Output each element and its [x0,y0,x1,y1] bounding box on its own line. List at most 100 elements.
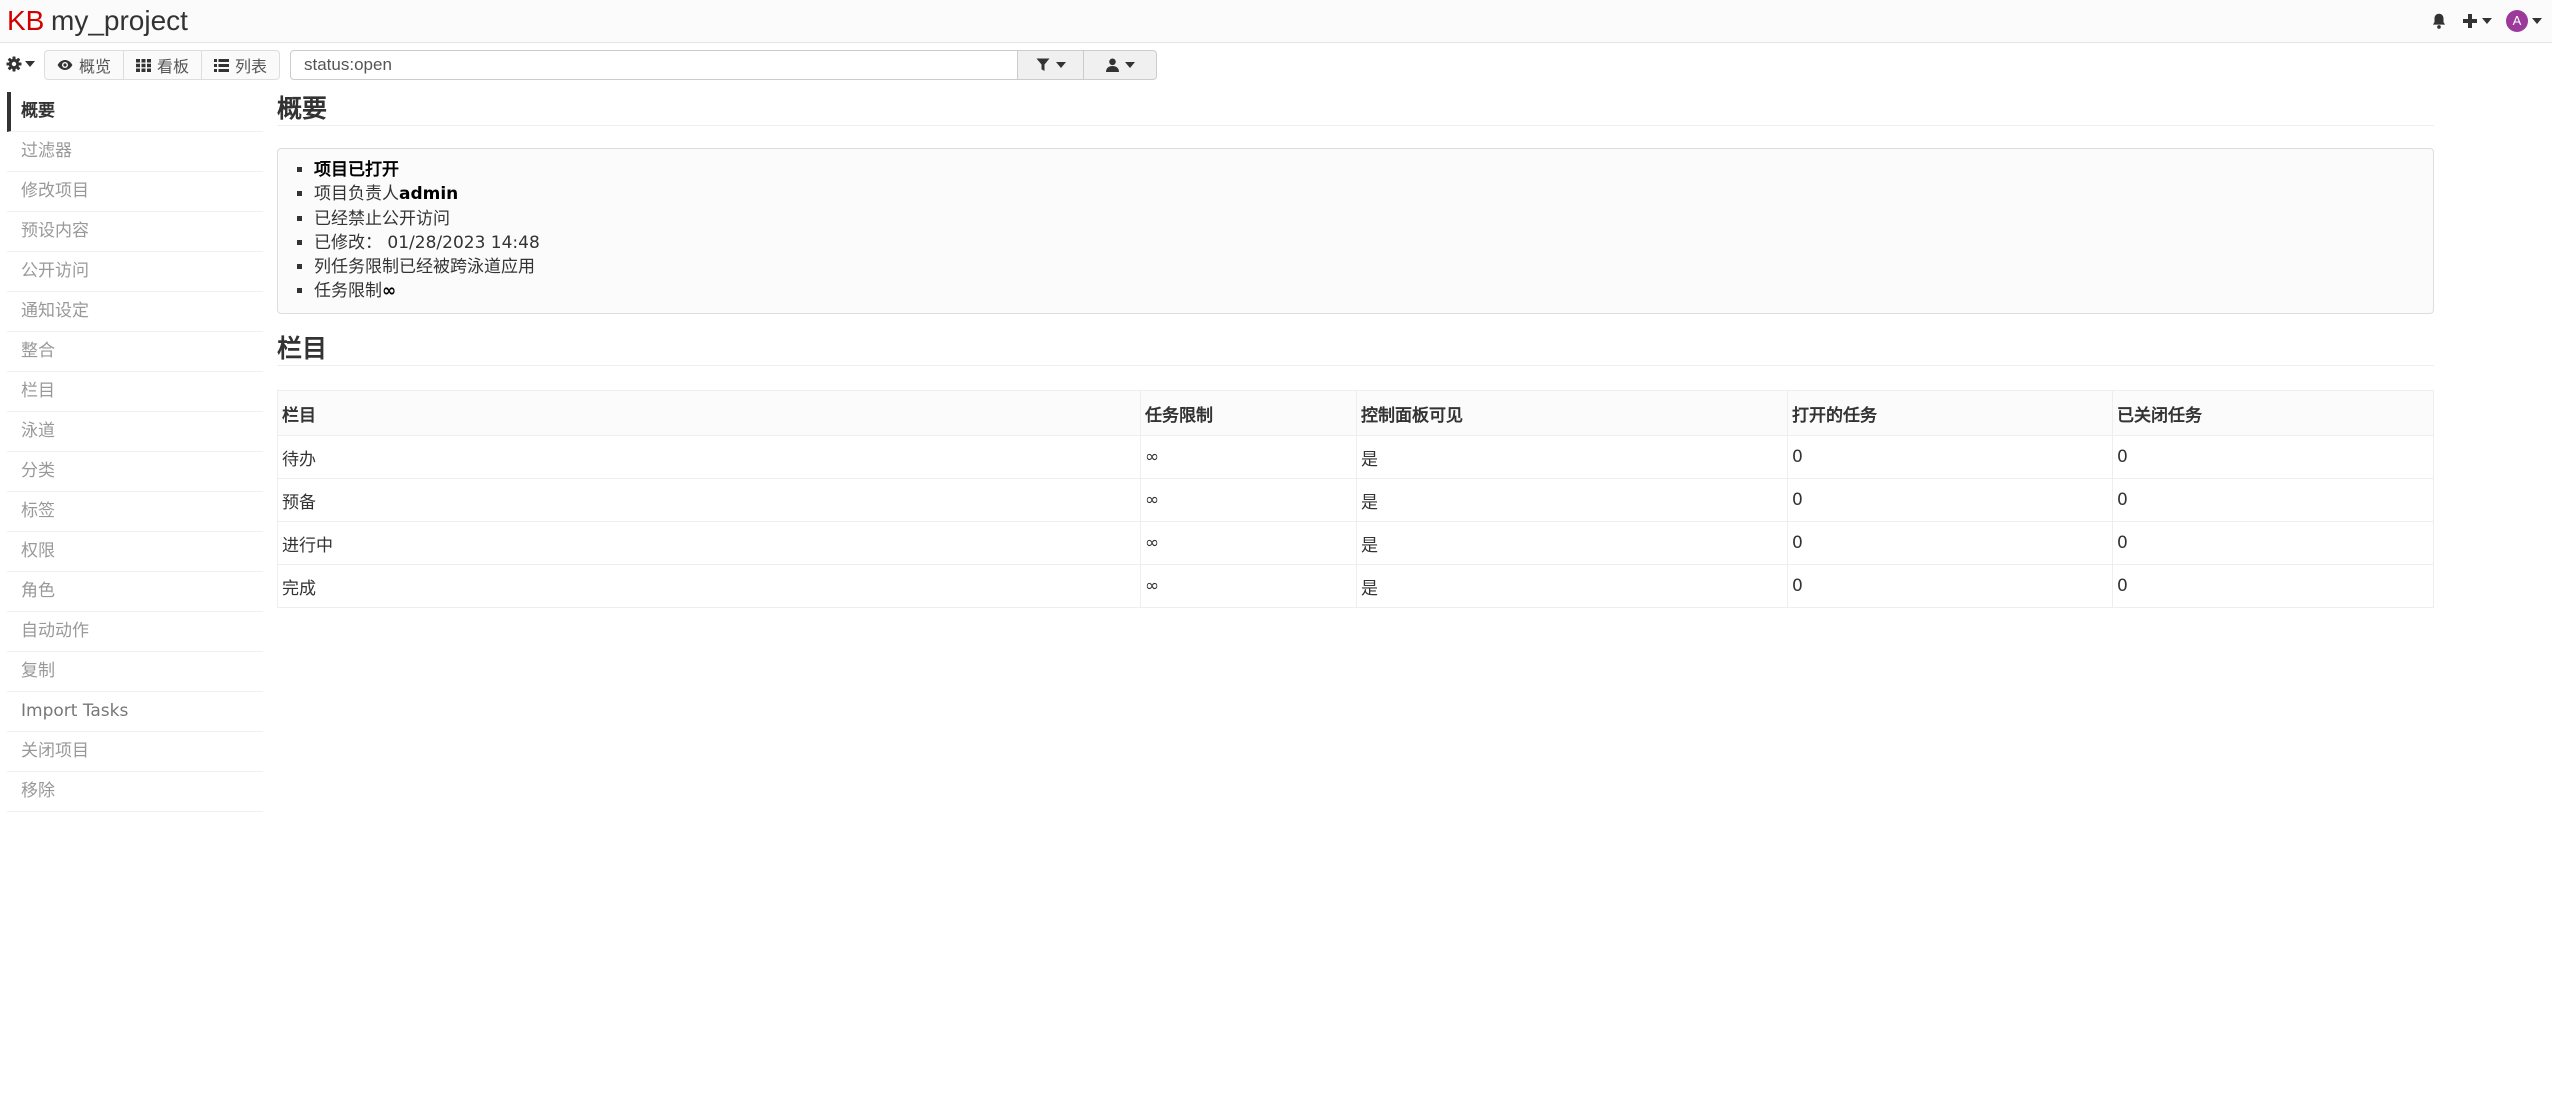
plus-icon [2463,14,2477,28]
sidebar-item-tags[interactable]: 标签 [7,492,263,532]
columns-table: 栏目 任务限制 控制面板可见 打开的任务 已关闭任务 待办 ∞ 是 0 0 预备… [277,390,2434,608]
summary-panel: 项目已打开 项目负责人admin 已经禁止公开访问 已修改： 01/28/202… [277,148,2434,314]
chevron-down-icon [2532,18,2542,24]
sidebar-item-roles[interactable]: 角色 [7,572,263,612]
modified-label: 已修改： [314,232,382,253]
view-switcher: 概览 看板 列表 [44,50,281,80]
board-view-button[interactable]: 看板 [124,51,203,79]
overview-view-button[interactable]: 概览 [45,51,125,79]
table-cell: ∞ [1140,564,1357,608]
main-content: 概要 项目已打开 项目负责人admin 已经禁止公开访问 已修改： 01/28/… [277,92,2434,608]
table-row: 预备 ∞ 是 0 0 [277,478,2434,522]
column-limit-note: 列任务限制已经被跨泳道应用 [314,257,535,278]
table-cell: 0 [1787,521,2113,565]
table-header-row: 栏目 任务限制 控制面板可见 打开的任务 已关闭任务 [277,390,2434,436]
task-limit-label: 任务限制 [314,281,382,302]
column-header: 控制面板可见 [1356,390,1788,436]
chevron-down-icon [1055,62,1066,68]
list-view-button[interactable]: 列表 [202,51,279,79]
app-logo[interactable]: KB [7,4,44,38]
column-header: 栏目 [277,390,1141,436]
list-icon [214,58,230,72]
filter-icon [1036,58,1049,71]
list-item: 已修改： 01/28/2023 14:48 [314,231,2433,255]
owner-label: 项目负责人 [314,184,399,205]
chevron-down-icon [1124,62,1135,68]
public-access-status: 已经禁止公开访问 [314,208,450,229]
list-item: 项目已打开 [314,158,2433,182]
column-header: 任务限制 [1140,390,1357,436]
table-cell: 是 [1356,478,1788,522]
sidebar-item-swimlanes[interactable]: 泳道 [7,412,263,452]
table-cell: 完成 [277,564,1141,608]
table-cell: 进行中 [277,521,1141,565]
search-bar [290,50,1157,80]
owner-value: admin [399,184,459,205]
view-label: 概览 [79,57,112,76]
columns-heading: 栏目 [277,332,2434,366]
sidebar-item-public-access[interactable]: 公开访问 [7,252,263,292]
sidebar-item-columns[interactable]: 栏目 [7,372,263,412]
table-cell: 0 [1787,478,2113,522]
list-item: 列任务限制已经被跨泳道应用 [314,255,2433,279]
page-title[interactable]: my_project [51,4,188,38]
chevron-down-icon [2482,18,2492,24]
user-menu-button[interactable]: A [2506,10,2542,32]
table-cell: 预备 [277,478,1141,522]
gear-icon [6,56,22,72]
table-cell: 0 [1787,435,2113,479]
table-row: 待办 ∞ 是 0 0 [277,435,2434,479]
sidebar-item-remove[interactable]: 移除 [7,772,263,812]
project-actions-button[interactable] [6,52,40,76]
table-cell: ∞ [1140,435,1357,479]
notifications-button[interactable] [2430,12,2448,30]
column-header: 打开的任务 [1787,390,2113,436]
table-row: 进行中 ∞ 是 0 0 [277,521,2434,565]
list-item: 项目负责人admin [314,182,2433,206]
table-cell: 0 [2112,521,2434,565]
sidebar-item-notifications[interactable]: 通知设定 [7,292,263,332]
list-item: 任务限制∞ [314,279,2433,303]
sidebar-item-permissions[interactable]: 权限 [7,532,263,572]
table-cell: ∞ [1140,478,1357,522]
table-cell: ∞ [1140,521,1357,565]
project-sidebar: 概要 过滤器 修改项目 预设内容 公开访问 通知设定 整合 栏目 泳道 分类 标… [7,92,263,812]
table-cell: 0 [2112,435,2434,479]
list-item: 已经禁止公开访问 [314,207,2433,231]
view-label: 看板 [157,57,190,76]
table-cell: 是 [1356,564,1788,608]
eye-icon [57,60,73,70]
sidebar-item-automatic-actions[interactable]: 自动动作 [7,612,263,652]
sidebar-item-edit-project[interactable]: 修改项目 [7,172,263,212]
table-row: 完成 ∞ 是 0 0 [277,564,2434,608]
task-limit-value: ∞ [382,281,397,302]
table-cell: 待办 [277,435,1141,479]
column-header: 已关闭任务 [2112,390,2434,436]
sidebar-item-categories[interactable]: 分类 [7,452,263,492]
sidebar-item-defaults[interactable]: 预设内容 [7,212,263,252]
user-filter-dropdown-button[interactable] [1084,50,1157,80]
table-cell: 0 [2112,564,2434,608]
table-cell: 是 [1356,521,1788,565]
search-input[interactable] [290,50,1018,80]
filter-dropdown-button[interactable] [1018,50,1084,80]
top-header: KB my_project A [0,0,2552,43]
table-cell: 0 [2112,478,2434,522]
sidebar-item-filters[interactable]: 过滤器 [7,132,263,172]
create-menu-button[interactable] [2462,13,2492,29]
sidebar-item-close-project[interactable]: 关闭项目 [7,732,263,772]
table-cell: 0 [1787,564,2113,608]
user-icon [1105,58,1119,72]
summary-list: 项目已打开 项目负责人admin 已经禁止公开访问 已修改： 01/28/202… [314,158,2433,304]
avatar: A [2506,10,2528,32]
chevron-down-icon [25,61,35,67]
view-label: 列表 [235,57,268,76]
project-toolbar: 概览 看板 列表 [0,48,1170,82]
sidebar-item-integrations[interactable]: 整合 [7,332,263,372]
summary-heading: 概要 [277,92,2434,126]
sidebar-item-import-tasks[interactable]: Import Tasks [7,692,263,732]
modified-value: 01/28/2023 14:48 [387,232,540,253]
sidebar-item-summary[interactable]: 概要 [7,92,263,132]
grid-icon [136,58,152,72]
sidebar-item-duplicate[interactable]: 复制 [7,652,263,692]
